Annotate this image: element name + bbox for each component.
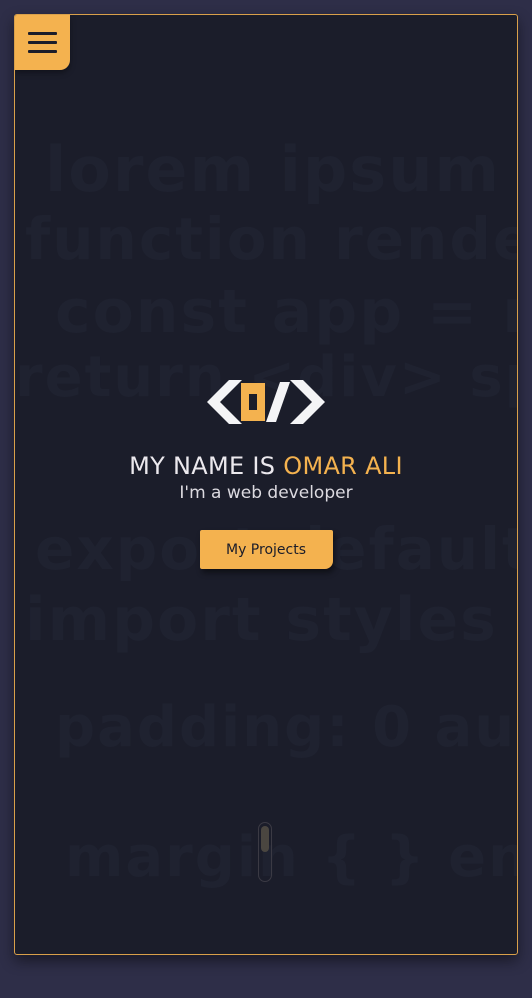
hero-subtitle: I'm a web developer: [179, 483, 353, 503]
menu-toggle-button[interactable]: [15, 15, 70, 70]
mouse-scroll-icon[interactable]: [258, 822, 272, 882]
hero-headline: MY NAME IS OMAR ALI: [129, 452, 403, 480]
hamburger-menu-icon-bar: [28, 50, 57, 53]
code-brackets-logo-icon: [207, 380, 325, 424]
hamburger-menu-icon-bar: [28, 41, 57, 44]
hero-frame: lorem ipsum dolor function render() cons…: [14, 14, 518, 955]
headline-name: OMAR ALI: [283, 452, 403, 480]
headline-prefix: MY NAME IS: [129, 452, 284, 480]
hero-section: MY NAME IS OMAR ALI I'm a web developer …: [15, 380, 517, 569]
scroll-wheel: [261, 826, 269, 852]
hamburger-menu-icon: [28, 32, 57, 35]
my-projects-button[interactable]: My Projects: [199, 530, 333, 569]
